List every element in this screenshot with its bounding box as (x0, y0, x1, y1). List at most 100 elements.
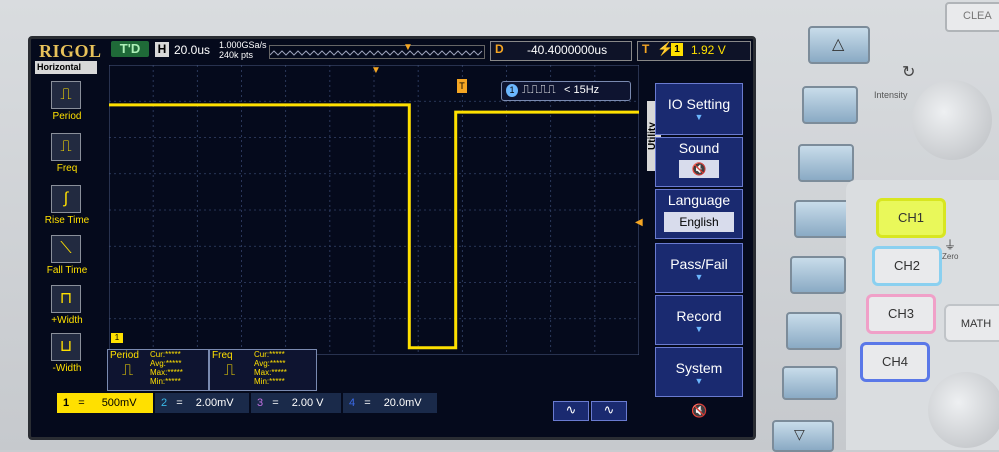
trigger-state-badge: T'D (111, 41, 149, 57)
trigger-label: T (642, 42, 650, 56)
positive-width-label: +Width (51, 315, 83, 326)
intensity-knob[interactable] (912, 80, 992, 160)
fall-time-button[interactable]: ⟍ (51, 235, 81, 263)
rise-time-icon: ∫ (63, 190, 69, 207)
ch1-label: CH1 (897, 210, 924, 225)
down-arrow-icon: ▽ (794, 426, 805, 442)
negative-width-button[interactable]: ⊔ (51, 333, 81, 361)
negative-width-label: -Width (52, 363, 82, 374)
sound-muted-icon: 🔇 (691, 403, 708, 418)
freq-measure-button[interactable]: ⎍ (51, 133, 81, 161)
freq-min: Min:***** (254, 377, 285, 386)
ch1-scale: 500mV (101, 397, 137, 409)
softkey-6-button[interactable] (782, 366, 838, 400)
brand-logo: RIGOL (39, 41, 102, 61)
menu-down-button[interactable]: ▽ (772, 420, 834, 452)
system-button[interactable]: System ▼ (655, 347, 743, 397)
rise-time-button[interactable]: ∫ (51, 185, 81, 213)
period-label: Period (52, 111, 82, 122)
ch2-button[interactable]: CH2 (872, 246, 942, 286)
ch3-scale: 2.00 V (291, 397, 324, 409)
ch4-status[interactable]: 4 = 20.0mV (343, 393, 437, 413)
ch3-status[interactable]: 3 = 2.00 V (251, 393, 341, 413)
delay-marker-icon: T (457, 79, 467, 93)
freq-cur: Cur:***** (254, 350, 285, 359)
period-measure-name: Period (110, 350, 139, 361)
sound-label: Sound (678, 140, 720, 156)
positive-width-icon: ⊓ (59, 290, 73, 307)
ch2-coupling: = (176, 397, 183, 409)
waveform-icon-a[interactable]: ∿ (553, 401, 589, 421)
freq-readout-value: < 15Hz (564, 84, 600, 96)
ch1-status[interactable]: 1 = 500mV (57, 393, 153, 413)
ground-icon: ⏚ (944, 238, 957, 252)
ch4-button[interactable]: CH4 (860, 342, 930, 382)
system-label: System (675, 360, 723, 376)
intensity-label: Intensity (874, 90, 908, 100)
ch4-num: 4 (349, 397, 356, 409)
clear-button[interactable]: CLEA (945, 2, 999, 32)
ch4-scale: 20.0mV (383, 397, 422, 409)
freq-measure-icon: ⎍ (224, 362, 236, 379)
ch1-coupling: = (78, 397, 85, 409)
zero-label: Zero (942, 252, 959, 261)
trigger-channel-badge: 1 (671, 43, 683, 56)
trigger-level-value: 1.92 V (691, 43, 726, 57)
display-screen: RIGOL T'D H 20.0us 1.000GSa/s 240k pts ▼… (28, 36, 756, 440)
up-arrow-icon: △ (832, 36, 845, 53)
math-label: MATH (960, 318, 992, 330)
pass-fail-arrow-icon: ▼ (694, 272, 704, 282)
ch1-button[interactable]: CH1 (876, 198, 946, 238)
softkey-2-button[interactable] (798, 144, 854, 182)
ch2-num: 2 (161, 397, 168, 409)
trigger-level-marker-icon: ◀ (635, 217, 643, 228)
ch4-coupling: = (364, 397, 371, 409)
freq-measure-name: Freq (212, 350, 233, 361)
ch3-coupling: = (272, 397, 279, 409)
square-wave-icon: ⎍⎍⎍⎍ (522, 82, 556, 96)
freq-measurement-box: Freq ⎍ Cur:***** Avg:***** Max:***** Min… (209, 349, 317, 391)
language-value: English (664, 212, 734, 232)
period-measure-icon: ⎍ (122, 362, 134, 379)
ch2-label: CH2 (893, 258, 920, 273)
positive-width-button[interactable]: ⊓ (51, 285, 81, 313)
vertical-position-knob[interactable] (928, 372, 999, 448)
ch2-scale: 2.00mV (195, 397, 234, 409)
ch3-button[interactable]: CH3 (866, 294, 936, 334)
period-measure-button[interactable]: ⎍ (51, 81, 81, 109)
negative-width-icon: ⊔ (59, 338, 73, 355)
ch3-num: 3 (257, 397, 264, 409)
pass-fail-button[interactable]: Pass/Fail ▼ (655, 243, 743, 293)
record-button[interactable]: Record ▼ (655, 295, 743, 345)
sound-toggle-icon: 🔇 (679, 160, 719, 178)
math-button[interactable]: MATH (944, 304, 999, 342)
delay-value: -40.4000000us (527, 43, 608, 57)
grid-lines (109, 65, 639, 355)
io-setting-label: IO Setting (667, 96, 731, 112)
io-setting-button[interactable]: IO Setting ▼ (655, 83, 743, 135)
freq-label: Freq (56, 163, 78, 174)
menu-up-button[interactable]: △ (808, 26, 870, 64)
clear-label: CLEA (963, 10, 992, 22)
softkey-4-button[interactable] (790, 256, 846, 294)
frequency-readout: 1 ⎍⎍⎍⎍ < 15Hz (501, 81, 631, 101)
ch1-num: 1 (63, 397, 70, 409)
pass-fail-label: Pass/Fail (670, 256, 728, 272)
language-button[interactable]: Language English (655, 189, 743, 239)
fall-time-icon: ⟍ (60, 240, 72, 257)
ch2-status[interactable]: 2 = 2.00mV (155, 393, 249, 413)
softkey-3-button[interactable] (794, 200, 850, 238)
sound-button[interactable]: Sound 🔇 (655, 137, 743, 187)
softkey-1-button[interactable] (802, 86, 858, 124)
horizontal-badge: H (155, 42, 169, 57)
period-min: Min:***** (150, 377, 181, 386)
waveform-icon-b[interactable]: ∿ (591, 401, 627, 421)
intensity-rotate-icon: ↻ (902, 64, 916, 81)
period-avg: Avg:***** (150, 359, 182, 368)
io-setting-arrow-icon: ▼ (694, 112, 704, 122)
record-arrow-icon: ▼ (694, 324, 704, 334)
ch1-ground-marker-icon: 1 (111, 333, 123, 343)
waveform-graticule (109, 65, 639, 355)
memory-depth-value: 240k pts (219, 50, 254, 60)
softkey-5-button[interactable] (786, 312, 842, 350)
